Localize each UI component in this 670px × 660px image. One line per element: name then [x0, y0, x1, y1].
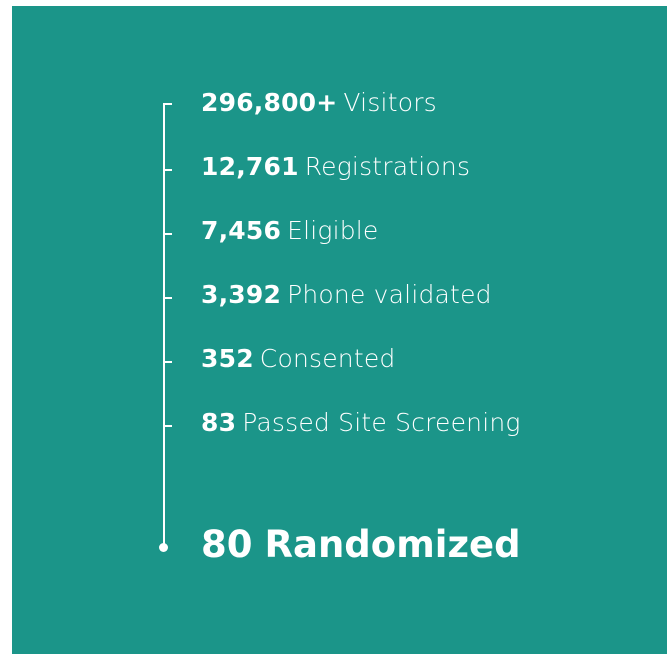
step-label: Registrations: [304, 152, 471, 181]
step-label: Passed Site Screening: [242, 408, 521, 437]
final-count: 80: [201, 523, 253, 566]
funnel-step-site-screening: 83 Passed Site Screening: [201, 408, 521, 438]
funnel-final-step: 80 Randomized: [201, 523, 521, 567]
timeline-tick: [163, 425, 172, 427]
timeline-tick: [163, 169, 172, 171]
step-count: 12,761: [201, 152, 299, 181]
step-label: Phone validated: [287, 280, 492, 309]
step-label: Consented: [259, 344, 396, 373]
timeline-tick: [163, 297, 172, 299]
step-count: 83: [201, 408, 237, 437]
step-count: 3,392: [201, 280, 282, 309]
timeline-end-dot: [159, 543, 168, 552]
step-count: 296,800+: [201, 88, 338, 117]
step-label: Visitors: [343, 88, 437, 117]
funnel-step-eligible: 7,456 Eligible: [201, 216, 379, 246]
step-count: 352: [201, 344, 254, 373]
step-label: Eligible: [287, 216, 379, 245]
step-count: 7,456: [201, 216, 282, 245]
final-label: Randomized: [264, 523, 521, 566]
timeline-tick: [163, 233, 172, 235]
timeline-rail-cap: [163, 103, 172, 105]
funnel-step-consented: 352 Consented: [201, 344, 396, 374]
funnel-step-registrations: 12,761 Registrations: [201, 152, 470, 182]
funnel-step-phone-validated: 3,392 Phone validated: [201, 280, 492, 310]
timeline-tick: [163, 361, 172, 363]
funnel-step-visitors: 296,800+ Visitors: [201, 88, 437, 118]
